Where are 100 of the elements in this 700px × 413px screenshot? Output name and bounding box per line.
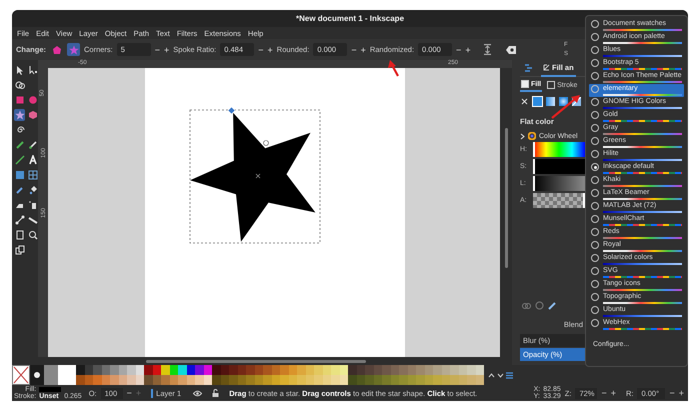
tool-button[interactable] xyxy=(27,199,38,211)
tool-button[interactable] xyxy=(27,64,38,76)
radio-button[interactable] xyxy=(591,241,599,249)
increment-button[interactable]: + xyxy=(678,388,684,398)
tool-button[interactable] xyxy=(14,79,26,91)
color-slider[interactable] xyxy=(533,193,585,208)
color-swatch[interactable] xyxy=(58,365,76,385)
radio-button[interactable] xyxy=(591,46,599,54)
increment-button[interactable]: + xyxy=(610,388,616,398)
brush-icon xyxy=(543,64,550,70)
radio-button[interactable] xyxy=(591,20,599,28)
lock-icon[interactable] xyxy=(212,389,220,397)
increment-button[interactable]: + xyxy=(360,44,366,54)
star-icon xyxy=(14,110,24,120)
radio-button[interactable] xyxy=(591,228,599,236)
diamond-handle[interactable] xyxy=(228,106,236,114)
radio-button[interactable] xyxy=(591,280,599,288)
radio-button[interactable] xyxy=(591,254,599,262)
paint-mode-button[interactable] xyxy=(546,96,555,106)
polygon-mode-button[interactable] xyxy=(50,43,63,56)
decrement-button[interactable]: − xyxy=(669,388,675,398)
radio-button[interactable] xyxy=(591,319,599,327)
radio-button[interactable] xyxy=(591,59,599,67)
connector-icon xyxy=(14,215,24,225)
radio-button[interactable] xyxy=(591,98,599,106)
radio-button[interactable] xyxy=(591,293,599,301)
tool-button[interactable] xyxy=(27,169,38,181)
decrement-button[interactable]: − xyxy=(126,388,132,398)
increment-button[interactable]: + xyxy=(164,44,170,54)
color-slider[interactable] xyxy=(533,159,585,174)
no-paint-icon xyxy=(520,96,529,106)
radio-button[interactable] xyxy=(591,124,599,132)
decrement-button[interactable]: − xyxy=(601,388,607,398)
dropper-icon xyxy=(14,185,24,195)
radio-button[interactable] xyxy=(591,267,599,275)
tool-button[interactable] xyxy=(14,244,26,256)
tool-button[interactable] xyxy=(14,64,25,76)
radio-button[interactable] xyxy=(591,189,599,197)
color-slider[interactable] xyxy=(533,142,585,157)
radio-button[interactable] xyxy=(591,163,599,171)
star-mode-button[interactable] xyxy=(67,43,80,56)
increment-button[interactable]: + xyxy=(268,44,273,54)
pencil-icon xyxy=(14,140,24,150)
radio-button[interactable] xyxy=(591,33,599,41)
chevron-icon xyxy=(520,132,525,140)
tool-button[interactable] xyxy=(14,109,25,121)
color-palette-drawing[interactable] xyxy=(76,365,484,385)
bucket-icon xyxy=(28,185,38,195)
node-arrow-icon xyxy=(28,65,38,75)
pen-icon xyxy=(28,140,38,150)
color-swatch[interactable] xyxy=(44,365,58,385)
tool-button[interactable] xyxy=(14,154,25,166)
erase-icon xyxy=(506,46,516,54)
fill-swatch[interactable] xyxy=(39,386,62,392)
spiral-icon xyxy=(15,125,25,135)
color-wheel-icon xyxy=(528,132,536,140)
cube-icon xyxy=(28,110,38,120)
tool-button[interactable] xyxy=(14,139,25,151)
decrement-button[interactable]: − xyxy=(351,44,357,54)
unset-swatch[interactable] xyxy=(30,365,44,385)
tool-button[interactable] xyxy=(14,214,25,226)
increment-button[interactable]: + xyxy=(465,44,471,54)
dropper-icon xyxy=(548,301,557,310)
center-mark-icon xyxy=(256,174,260,178)
annotation-arrow xyxy=(551,95,580,119)
radio-button[interactable] xyxy=(591,202,599,210)
decrement-button[interactable]: − xyxy=(258,44,264,54)
radio-button[interactable] xyxy=(591,306,599,314)
tool-button[interactable] xyxy=(27,229,38,241)
object-button[interactable] xyxy=(482,44,492,55)
radio-button[interactable] xyxy=(591,176,599,184)
tool-button[interactable] xyxy=(14,229,25,241)
no-color-swatch[interactable] xyxy=(12,365,30,385)
decrement-button[interactable]: − xyxy=(456,44,462,54)
radio-button[interactable] xyxy=(591,111,599,119)
gradient-icon xyxy=(14,170,24,180)
eye-icon[interactable] xyxy=(193,390,202,396)
annotation-arrow xyxy=(388,60,399,77)
letter-icon xyxy=(28,155,38,165)
menu-icon[interactable] xyxy=(506,372,513,378)
align-icon xyxy=(482,44,492,55)
square-icon xyxy=(521,80,529,88)
scrollbar[interactable] xyxy=(504,128,508,268)
ruler-icon xyxy=(28,215,38,225)
color-slider[interactable] xyxy=(533,176,585,191)
radio-button[interactable] xyxy=(591,137,599,145)
radio-button[interactable] xyxy=(591,85,599,93)
tool-button[interactable] xyxy=(27,139,38,151)
paint-mode-button[interactable] xyxy=(520,96,529,106)
layers-icon[interactable] xyxy=(524,64,533,72)
radio-button[interactable] xyxy=(591,72,599,80)
radio-button[interactable] xyxy=(591,150,599,158)
scrollbar[interactable] xyxy=(146,360,366,362)
decrement-button[interactable]: − xyxy=(154,44,160,54)
arrow-icon xyxy=(14,65,24,75)
radio-button[interactable] xyxy=(591,215,599,223)
tool-button[interactable] xyxy=(27,184,38,196)
circle-handle[interactable] xyxy=(263,140,269,146)
reset-button[interactable] xyxy=(506,46,516,54)
paint-mode-button[interactable] xyxy=(559,96,568,106)
